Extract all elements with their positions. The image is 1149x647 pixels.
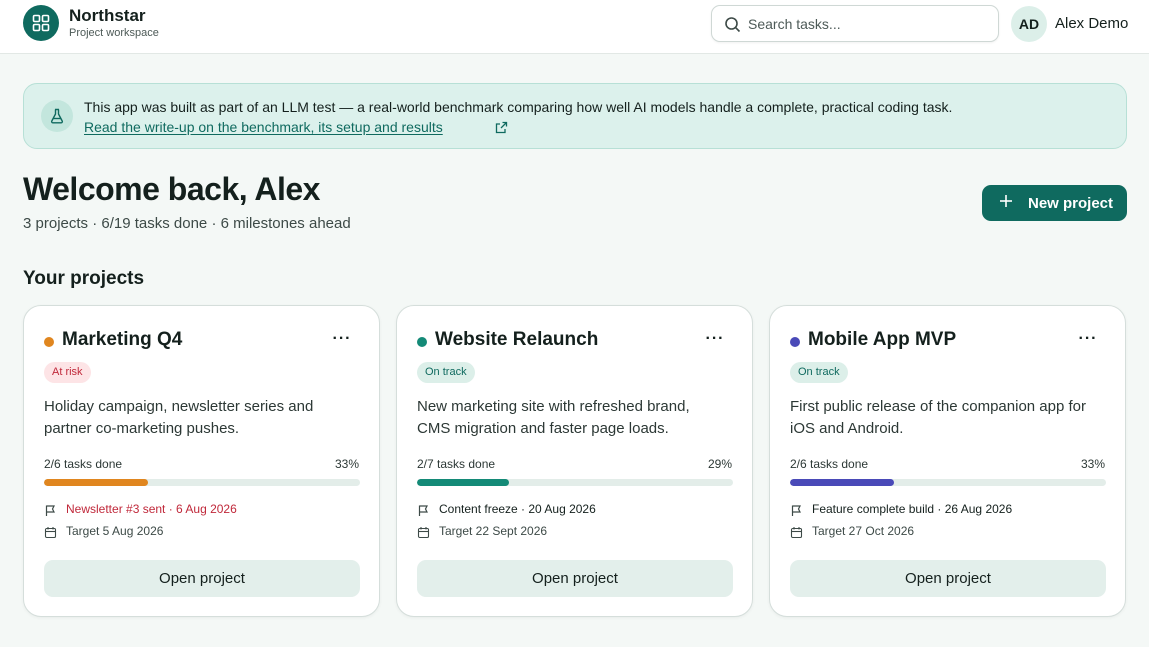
progress-percent: 33%	[334, 457, 359, 471]
banner-text: This app was built as part of an LLM tes…	[84, 99, 953, 115]
more-horizontal-icon[interactable]: ···	[330, 330, 354, 352]
tasks-done: 2/6 tasks done	[44, 457, 123, 471]
status-dot	[44, 337, 54, 347]
tasks-done: 2/7 tasks done	[417, 457, 496, 471]
status-dot	[417, 337, 427, 347]
flag-icon	[45, 505, 55, 516]
calendar-icon	[790, 527, 803, 539]
project-description: First public release of the companion ap…	[790, 398, 1086, 437]
project-title[interactable]: Marketing Q4	[62, 329, 182, 351]
plus-icon	[1000, 195, 1012, 207]
progress-percent: 33%	[1080, 457, 1105, 471]
progress-fill	[790, 479, 895, 486]
status-badge: At risk	[44, 362, 91, 383]
progress-percent: 29%	[707, 457, 732, 471]
more-horizontal-icon[interactable]: ···	[1076, 330, 1100, 352]
progress-bar	[44, 479, 360, 486]
project-description: Holiday campaign, newsletter series and …	[44, 398, 314, 437]
open-project-button[interactable]: Open project	[790, 560, 1106, 597]
progress-fill	[44, 479, 149, 486]
open-project-button[interactable]: Open project	[44, 560, 360, 597]
progress-bar	[790, 479, 1106, 486]
next-milestone: Content freeze · 20 Aug 2026	[439, 502, 596, 516]
calendar-icon	[417, 527, 430, 539]
brand-subtitle: Project workspace	[69, 27, 159, 39]
more-horizontal-icon[interactable]: ···	[703, 330, 727, 352]
search-box[interactable]	[711, 5, 999, 42]
benchmark-banner: This app was built as part of an LLM tes…	[23, 83, 1127, 149]
next-milestone: Feature complete build · 26 Aug 2026	[812, 502, 1013, 516]
flag-icon	[791, 505, 801, 516]
project-card-website[interactable]: Website Relaunch ··· On track New market…	[396, 305, 753, 617]
search-input[interactable]	[748, 14, 988, 34]
target-date: Target 27 Oct 2026	[812, 524, 915, 538]
project-card-marketing[interactable]: Marketing Q4 ··· At risk Holiday campaig…	[23, 305, 380, 617]
open-project-button[interactable]: Open project	[417, 560, 733, 597]
brand-name[interactable]: Northstar	[69, 6, 146, 26]
tasks-done: 2/6 tasks done	[790, 457, 869, 471]
external-link-icon[interactable]	[495, 121, 508, 134]
next-milestone: Newsletter #3 sent · 6 Aug 2026	[66, 502, 237, 516]
search-icon	[725, 17, 741, 33]
project-description: New marketing site with refreshed brand,…	[417, 398, 690, 437]
new-project-label: New project	[1028, 195, 1114, 212]
calendar-icon	[44, 527, 57, 539]
avatar[interactable]: AD	[1011, 6, 1047, 42]
section-title: Your projects	[23, 268, 145, 289]
flask-icon	[41, 100, 73, 132]
user-name[interactable]: Alex Demo	[1055, 15, 1128, 32]
status-badge: On track	[790, 362, 848, 383]
grid-icon[interactable]	[23, 5, 59, 41]
benchmark-link[interactable]: Read the write-up on the benchmark, its …	[84, 119, 443, 135]
page-title: Welcome back, Alex	[23, 171, 320, 207]
projects-summary: 3 projects · 6/19 tasks done · 6 milesto…	[23, 215, 351, 232]
status-badge: On track	[417, 362, 475, 383]
status-dot	[790, 337, 800, 347]
progress-fill	[417, 479, 509, 486]
progress-bar	[417, 479, 733, 486]
target-date: Target 5 Aug 2026	[66, 524, 164, 538]
target-date: Target 22 Sept 2026	[439, 524, 548, 538]
project-title[interactable]: Mobile App MVP	[808, 329, 956, 351]
top-bar: Northstar Project workspace AD Alex Demo	[0, 0, 1149, 54]
new-project-button[interactable]: New project	[982, 185, 1127, 221]
project-card-mobile[interactable]: Mobile App MVP ··· On track First public…	[769, 305, 1126, 617]
project-title[interactable]: Website Relaunch	[435, 329, 598, 351]
flag-icon	[418, 505, 428, 516]
